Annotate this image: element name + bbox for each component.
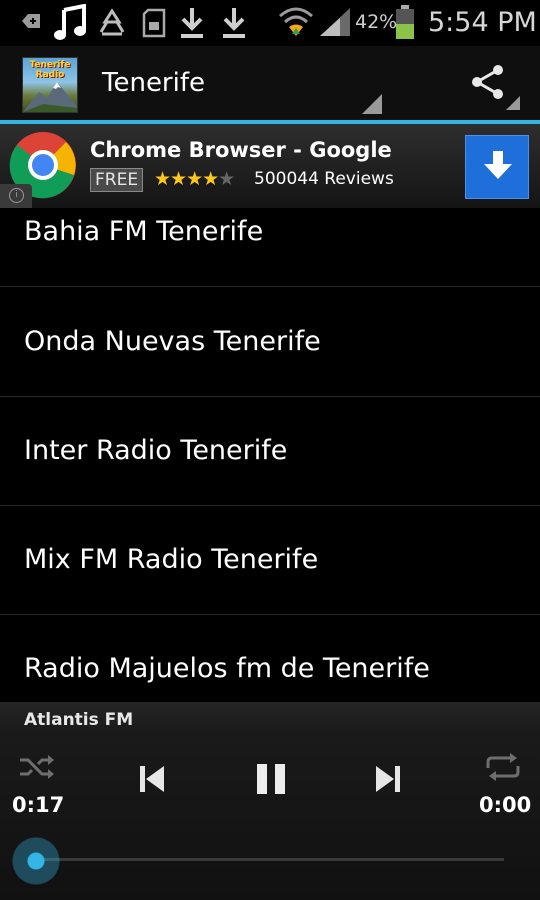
next-icon[interactable] [374, 764, 402, 794]
ad-title: Chrome Browser - Google [90, 138, 392, 162]
signal-icon [320, 8, 350, 36]
spinner-indicator-icon [362, 94, 382, 114]
shuffle-icon[interactable] [18, 752, 56, 782]
share-icon[interactable] [468, 62, 508, 102]
station-name: Bahia FM Tenerife [24, 216, 264, 247]
page-title[interactable]: Tenerife [102, 68, 205, 98]
previous-icon[interactable] [138, 764, 166, 794]
seek-bar-track[interactable] [36, 858, 504, 861]
now-playing-title: Atlantis FM [24, 710, 134, 730]
music-icon [54, 4, 86, 40]
station-name: Mix FM Radio Tenerife [24, 544, 319, 575]
battery-icon [396, 5, 414, 39]
overflow-indicator-icon [506, 96, 520, 110]
app-logo-text: Tenerife Radio [29, 60, 71, 80]
pause-icon[interactable] [254, 762, 288, 796]
remaining-time: 0:00 [479, 793, 532, 817]
action-bar: Tenerife Radio Tenerife [0, 46, 540, 120]
list-item[interactable]: Onda Nuevas Tenerife [0, 288, 540, 397]
wifi-icon [279, 7, 313, 36]
battery-percent: 42% [355, 11, 398, 33]
repeat-icon[interactable] [484, 752, 522, 782]
recycle-icon [99, 8, 125, 36]
app-logo[interactable]: Tenerife Radio [22, 57, 78, 113]
sd-card-icon [142, 8, 166, 38]
list-item[interactable]: Bahia FM Tenerife [0, 178, 540, 287]
clock: 5:54 PM [428, 7, 537, 38]
notification-icon [22, 14, 40, 28]
mountain-image [23, 82, 77, 112]
station-name: Onda Nuevas Tenerife [24, 326, 321, 357]
seek-bar-thumb[interactable] [12, 837, 60, 885]
station-name: Inter Radio Tenerife [24, 435, 288, 466]
download-icon [181, 8, 203, 38]
elapsed-time: 0:17 [12, 793, 65, 817]
list-item[interactable]: Inter Radio Tenerife [0, 397, 540, 506]
media-player: Atlantis FM 0:17 0:00 [0, 702, 540, 900]
station-name: Radio Majuelos fm de Tenerife [24, 653, 430, 684]
download-icon [223, 8, 245, 38]
list-item[interactable]: Mix FM Radio Tenerife [0, 506, 540, 615]
status-bar: 42% 5:54 PM [0, 0, 540, 46]
